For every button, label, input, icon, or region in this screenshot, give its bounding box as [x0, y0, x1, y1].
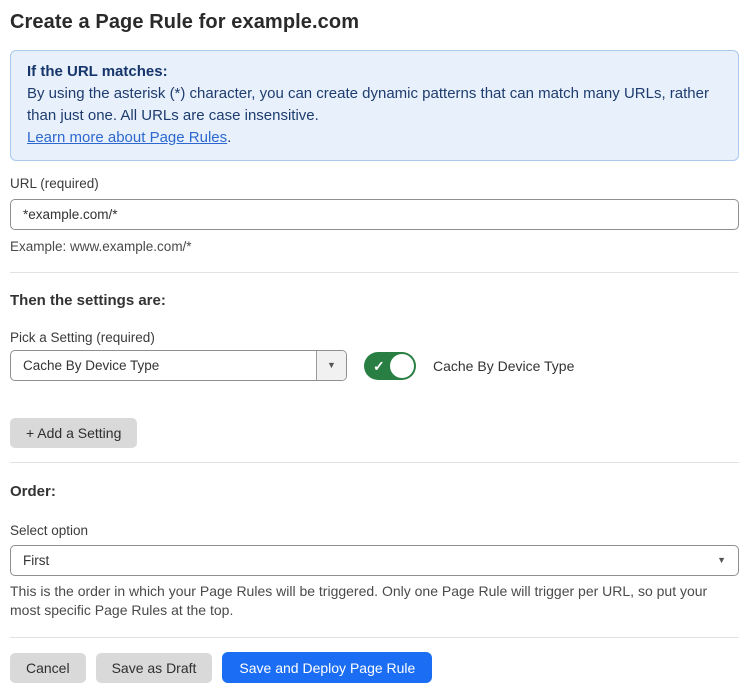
add-setting-button[interactable]: + Add a Setting: [10, 418, 137, 448]
order-select-value: First: [23, 553, 717, 568]
divider: [10, 637, 739, 638]
settings-heading: Then the settings are:: [10, 292, 739, 310]
link-suffix: .: [227, 129, 231, 146]
toggle-knob: [390, 354, 414, 378]
footer-actions: Cancel Save as Draft Save and Deploy Pag…: [10, 652, 739, 683]
cancel-button[interactable]: Cancel: [10, 653, 86, 683]
chevron-down-icon: ▼: [327, 361, 336, 370]
select-option-label: Select option: [10, 523, 739, 539]
save-draft-button[interactable]: Save as Draft: [96, 653, 213, 683]
pick-setting-label: Pick a Setting (required): [10, 330, 739, 346]
learn-more-link[interactable]: Learn more about Page Rules: [27, 129, 227, 146]
url-helper-text: Example: www.example.com/*: [10, 237, 739, 256]
url-label: URL (required): [10, 176, 739, 192]
cache-by-device-type-toggle[interactable]: ✓: [364, 352, 416, 380]
order-heading: Order:: [10, 483, 739, 501]
page-title: Create a Page Rule for example.com: [10, 8, 739, 36]
info-box-link-line: Learn more about Page Rules.: [27, 127, 722, 149]
chevron-down-icon: ▼: [717, 556, 726, 565]
divider: [10, 272, 739, 273]
url-input[interactable]: [10, 199, 739, 230]
setting-row: Cache By Device Type ▼ ✓ Cache By Device…: [10, 350, 739, 381]
info-box-body: By using the asterisk (*) character, you…: [27, 83, 722, 127]
url-match-info-box: If the URL matches: By using the asteris…: [10, 50, 739, 161]
check-icon: ✓: [373, 357, 385, 375]
divider: [10, 462, 739, 463]
setting-select[interactable]: Cache By Device Type ▼: [10, 350, 347, 381]
order-select[interactable]: First ▼: [10, 545, 739, 576]
save-deploy-button[interactable]: Save and Deploy Page Rule: [222, 652, 432, 683]
dropdown-arrow-button[interactable]: ▼: [316, 351, 346, 380]
order-helper-text: This is the order in which your Page Rul…: [10, 582, 739, 620]
info-box-heading: If the URL matches:: [27, 61, 722, 83]
setting-select-value: Cache By Device Type: [11, 351, 316, 380]
toggle-label: Cache By Device Type: [433, 358, 574, 374]
